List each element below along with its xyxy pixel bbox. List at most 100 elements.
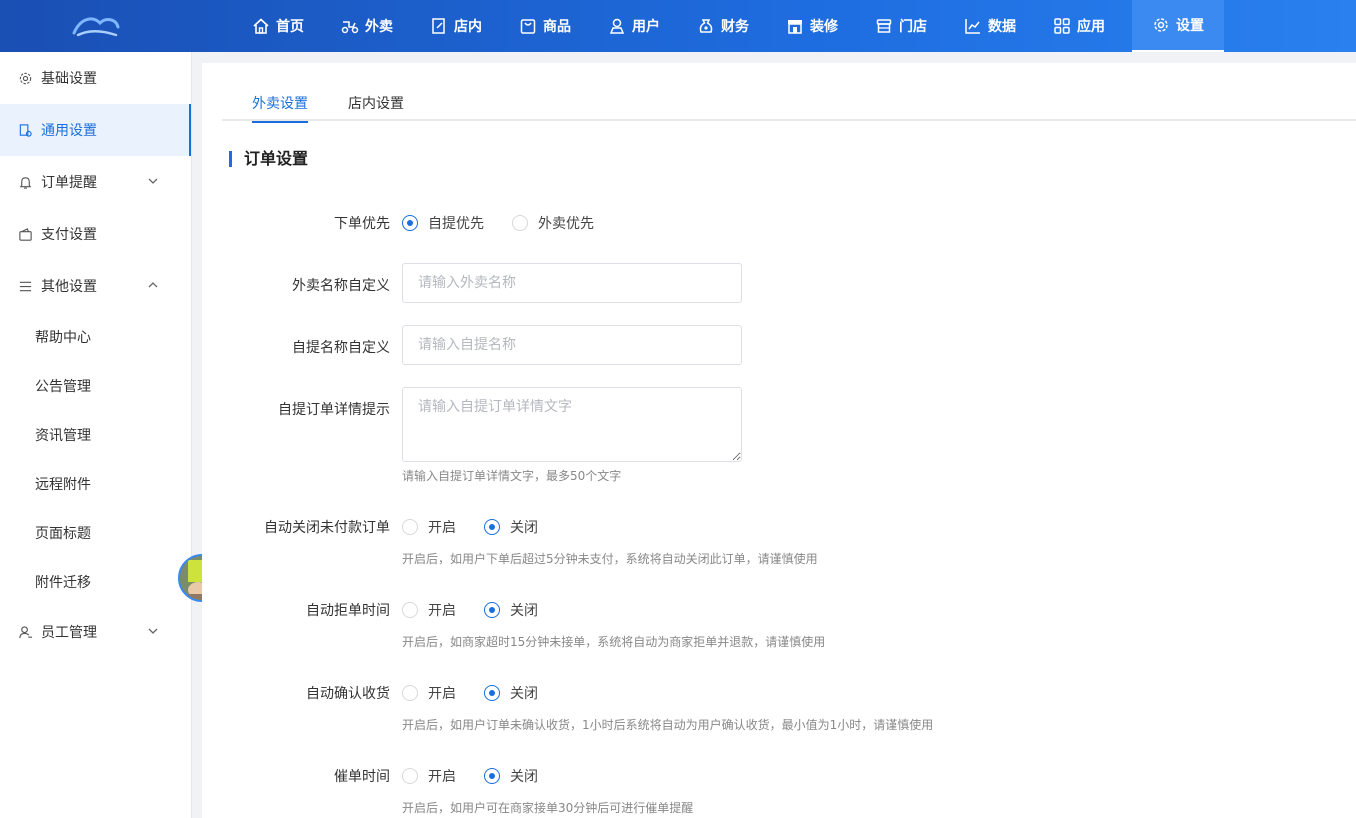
- radio-reminder-on[interactable]: 开启: [402, 766, 456, 786]
- wallet-icon: [19, 227, 32, 241]
- sidebar-subitem-attachment-migration[interactable]: 附件迁移: [0, 557, 191, 606]
- edit-doc-icon: [432, 18, 445, 34]
- radio-auto-confirm-off[interactable]: 关闭: [484, 683, 538, 703]
- staff-icon: [19, 625, 33, 638]
- radio-dot: [402, 215, 418, 231]
- pickup-tip-textarea[interactable]: [402, 387, 742, 462]
- bell-icon: [19, 176, 32, 189]
- nav-label: 财务: [721, 19, 749, 35]
- order-priority-label: 下单优先: [334, 216, 390, 232]
- pickup-name-input[interactable]: [402, 325, 742, 365]
- nav-home[interactable]: 首页: [242, 0, 314, 52]
- radio-dot: [402, 685, 418, 701]
- radio-auto-confirm-on[interactable]: 开启: [402, 683, 456, 703]
- sidebar-item-label: 支付设置: [41, 227, 97, 243]
- reminder-label: 催单时间: [334, 769, 390, 785]
- section-title: 订单设置: [229, 151, 308, 167]
- chevron-down-icon: [148, 628, 158, 634]
- radio-label: 关闭: [510, 769, 538, 785]
- nav-label: 设置: [1176, 18, 1204, 34]
- nav-decoration[interactable]: 装修: [776, 0, 848, 52]
- nav-settings[interactable]: 设置: [1132, 0, 1224, 52]
- delivery-name-input[interactable]: [402, 263, 742, 303]
- nav-data[interactable]: 数据: [954, 0, 1026, 52]
- logo[interactable]: [0, 0, 192, 52]
- cloud-logo-icon: [72, 17, 120, 37]
- radio-auto-reject-off[interactable]: 关闭: [484, 600, 538, 620]
- radio-dot: [402, 519, 418, 535]
- auto-close-label: 自动关闭未付款订单: [264, 520, 390, 536]
- chevron-up-icon: [148, 282, 158, 288]
- gear-icon: [19, 72, 32, 84]
- sidebar-item-other-settings[interactable]: 其他设置: [0, 260, 191, 312]
- nav-store[interactable]: 门店: [865, 0, 937, 52]
- chevron-down-icon: [148, 178, 158, 184]
- radio-dot: [402, 768, 418, 784]
- menu-lines-icon: [19, 281, 32, 291]
- radio-auto-close-on[interactable]: 开启: [402, 517, 456, 537]
- radio-label: 开启: [428, 520, 456, 536]
- sidebar-item-staff[interactable]: 员工管理: [0, 606, 191, 658]
- radio-dot: [484, 768, 500, 784]
- radio-delivery-first[interactable]: 外卖优先: [512, 213, 594, 233]
- nav-label: 店内: [454, 19, 482, 35]
- auto-reject-hint: 开启后，如商家超时15分钟未接单，系统将自动为商家拒单并退款，请谨慎使用: [402, 635, 826, 649]
- main-panel: 外卖设置 店内设置 订单设置 下单优先 自提优先 外卖优先 外卖名称自定义 自提…: [202, 63, 1356, 818]
- nav-users[interactable]: 用户: [598, 0, 670, 52]
- sidebar-subitem-announcement[interactable]: 公告管理: [0, 361, 191, 410]
- nav-dine-in[interactable]: 店内: [420, 0, 492, 52]
- auto-reject-label: 自动拒单时间: [306, 603, 390, 619]
- sidebar-item-general-settings[interactable]: 通用设置: [0, 104, 191, 156]
- radio-label: 开启: [428, 603, 456, 619]
- sidebar-item-basic-settings[interactable]: 基础设置: [0, 52, 191, 104]
- sidebar-subitem-help-center[interactable]: 帮助中心: [0, 312, 191, 361]
- radio-auto-reject-on[interactable]: 开启: [402, 600, 456, 620]
- pickup-name-label: 自提名称自定义: [292, 340, 390, 356]
- nav-label: 门店: [899, 19, 927, 35]
- radio-dot: [484, 602, 500, 618]
- radio-pickup-first[interactable]: 自提优先: [402, 213, 484, 233]
- radio-dot: [512, 215, 528, 231]
- nav-label: 用户: [632, 19, 660, 35]
- tab-delivery-settings[interactable]: 外卖设置: [252, 93, 308, 123]
- pickup-tip-label: 自提订单详情提示: [278, 402, 390, 418]
- apps-grid-icon: [1054, 18, 1070, 34]
- radio-label: 开启: [428, 769, 456, 785]
- radio-reminder-off[interactable]: 关闭: [484, 766, 538, 786]
- settings-tabs: 外卖设置 店内设置: [222, 89, 1356, 123]
- nav-delivery[interactable]: 外卖: [331, 0, 403, 52]
- shopping-bag-icon: [520, 19, 536, 34]
- radio-label: 开启: [428, 686, 456, 702]
- auto-reject-radio-group: 开启 关闭: [402, 600, 566, 620]
- delivery-name-label: 外卖名称自定义: [292, 278, 390, 294]
- sidebar-item-label: 订单提醒: [41, 175, 97, 191]
- nav-finance[interactable]: 财务: [687, 0, 759, 52]
- line-chart-icon: [965, 19, 980, 34]
- reminder-hint: 开启后，如用户可在商家接单30分钟后可进行催单提醒: [402, 801, 694, 815]
- nav-label: 商品: [543, 19, 571, 35]
- sidebar-item-payment-settings[interactable]: 支付设置: [0, 208, 191, 260]
- nav-goods[interactable]: 商品: [509, 0, 581, 52]
- radio-dot: [484, 685, 500, 701]
- order-priority-radio-group: 自提优先 外卖优先: [402, 213, 622, 233]
- radio-label: 外卖优先: [538, 216, 594, 232]
- top-navigation-bar: 首页 外卖 店内 商品 用户 财务 装修 门店 数据 应用 设置: [0, 0, 1356, 52]
- sidebar-subitem-page-title[interactable]: 页面标题: [0, 508, 191, 557]
- radio-label: 关闭: [510, 603, 538, 619]
- sidebar-subitem-remote-attachment[interactable]: 远程附件: [0, 459, 191, 508]
- sidebar-item-order-reminder[interactable]: 订单提醒: [0, 156, 191, 208]
- user-icon: [609, 18, 625, 34]
- nav-apps[interactable]: 应用: [1043, 0, 1115, 52]
- radio-auto-close-off[interactable]: 关闭: [484, 517, 538, 537]
- money-bag-icon: [699, 19, 713, 33]
- store-icon: [876, 19, 892, 33]
- nav-label: 数据: [988, 19, 1016, 35]
- radio-label: 关闭: [510, 686, 538, 702]
- home-icon: [253, 18, 269, 34]
- storefront-icon: [788, 20, 802, 34]
- nav-label: 首页: [276, 19, 304, 35]
- sidebar-item-label: 其他设置: [41, 279, 97, 295]
- tab-dine-in-settings[interactable]: 店内设置: [348, 93, 404, 123]
- auto-confirm-hint: 开启后，如用户订单未确认收货，1小时后系统将自动为用户确认收货，最小值为1小时，…: [402, 718, 934, 732]
- sidebar-subitem-news[interactable]: 资讯管理: [0, 410, 191, 459]
